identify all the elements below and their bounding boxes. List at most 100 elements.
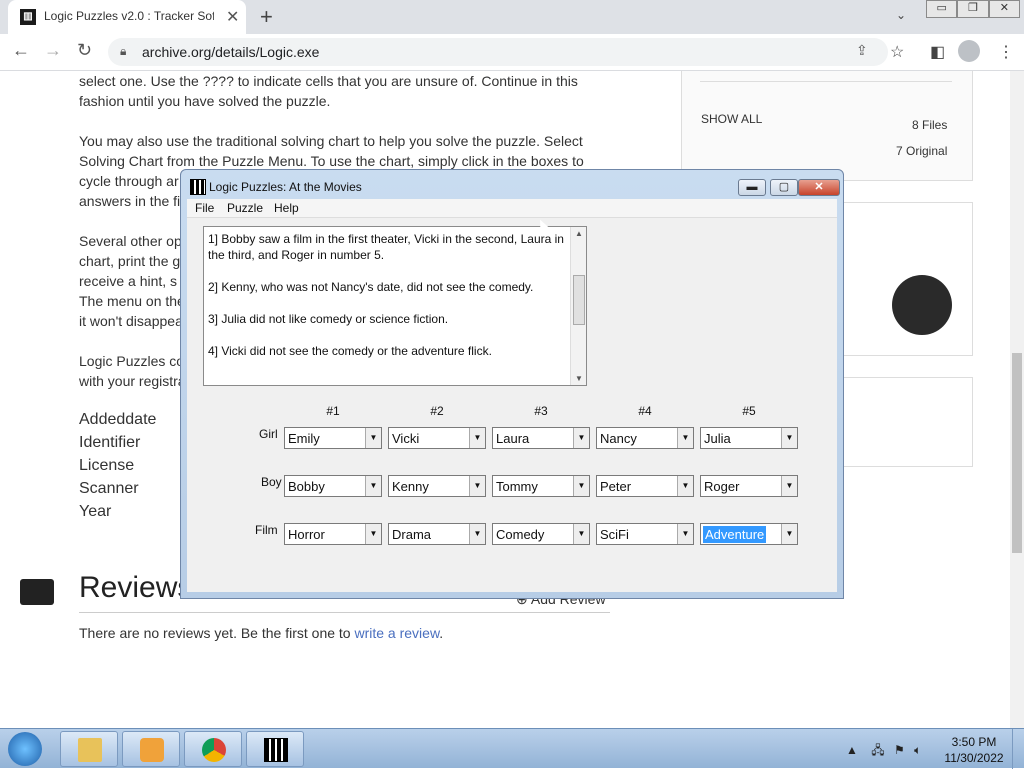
film-value: Comedy xyxy=(496,527,545,542)
clues-scrollbar[interactable]: ▲ ▼ xyxy=(570,227,586,385)
boy-value: Peter xyxy=(600,479,632,494)
row-label-girl: Girl xyxy=(259,427,278,441)
no-reviews-text: There are no reviews yet. Be the first o… xyxy=(79,625,443,641)
column-header-1: #1 xyxy=(326,404,340,418)
new-tab-icon[interactable]: + xyxy=(260,4,273,30)
girl-select-5[interactable]: Julia ▼ xyxy=(700,427,798,449)
side-panel-icon[interactable]: ◧ xyxy=(930,42,945,62)
maximize-window-icon[interactable]: ▢ xyxy=(770,179,798,196)
page-scrollbar[interactable] xyxy=(1010,71,1024,728)
clues-textbox[interactable]: 1] Bobby saw a film in the first theater… xyxy=(203,226,587,386)
film-value: SciFi xyxy=(600,527,629,542)
girl-value: Laura xyxy=(496,431,530,446)
taskbar-clock[interactable]: 3:50 PM 11/30/2022 xyxy=(944,734,1004,766)
close-window-icon[interactable]: ✕ xyxy=(988,0,1020,18)
start-button[interactable] xyxy=(8,732,42,766)
uploader-avatar[interactable] xyxy=(892,275,952,335)
forward-icon[interactable]: → xyxy=(44,40,62,61)
share-icon[interactable]: ⇪ xyxy=(856,42,868,59)
archive-favicon-icon: ▥ xyxy=(20,9,36,25)
taskbar-media-player[interactable] xyxy=(122,731,180,767)
scroll-down-icon[interactable]: ▼ xyxy=(575,374,583,383)
dropdown-arrow-icon[interactable]: ▼ xyxy=(677,476,693,496)
original-count[interactable]: 7 Original xyxy=(896,144,947,158)
url-text: archive.org/details/Logic.exe xyxy=(142,44,320,60)
boy-select-5[interactable]: Roger ▼ xyxy=(700,475,798,497)
tab-strip: ▥ Logic Puzzles v2.0 : Tracker Softw ✕ +… xyxy=(0,0,1024,34)
boy-value: Tommy xyxy=(496,479,538,494)
girl-select-3[interactable]: Laura ▼ xyxy=(492,427,590,449)
boy-select-1[interactable]: Bobby ▼ xyxy=(284,475,382,497)
meta-label: Addeddate xyxy=(79,411,157,428)
dropdown-arrow-icon[interactable]: ▼ xyxy=(781,524,797,544)
show-hidden-icons-icon[interactable]: ▲ xyxy=(846,743,858,757)
girl-select-4[interactable]: Nancy ▼ xyxy=(596,427,694,449)
dropdown-arrow-icon[interactable]: ▼ xyxy=(677,524,693,544)
girl-select-1[interactable]: Emily ▼ xyxy=(284,427,382,449)
write-review-link[interactable]: write a review xyxy=(354,625,439,641)
close-tab-icon[interactable]: ✕ xyxy=(226,7,239,27)
tab-search-icon[interactable]: ⌄ xyxy=(896,8,906,22)
address-bar[interactable]: 🔒︎ archive.org/details/Logic.exe ⇪ xyxy=(108,38,888,66)
dropdown-arrow-icon[interactable]: ▼ xyxy=(365,476,381,496)
show-desktop-button[interactable] xyxy=(1012,729,1024,769)
minimize-window-icon[interactable]: ▬ xyxy=(738,179,766,196)
dropdown-arrow-icon[interactable]: ▼ xyxy=(573,524,589,544)
film-select-5[interactable]: Adventure ▼ xyxy=(700,523,798,545)
reviews-heading: Reviews xyxy=(79,571,193,604)
show-all-link[interactable]: SHOW ALL xyxy=(701,112,762,126)
menu-kebab-icon[interactable]: ⋮ xyxy=(998,42,1014,62)
reload-icon[interactable]: ↻ xyxy=(77,40,92,61)
boy-value: Bobby xyxy=(288,479,325,494)
dropdown-arrow-icon[interactable]: ▼ xyxy=(573,428,589,448)
film-select-1[interactable]: Horror ▼ xyxy=(284,523,382,545)
column-header-2: #2 xyxy=(430,404,444,418)
film-select-4[interactable]: SciFi ▼ xyxy=(596,523,694,545)
network-icon[interactable]: 🖧 xyxy=(871,743,884,757)
boy-select-4[interactable]: Peter ▼ xyxy=(596,475,694,497)
dropdown-arrow-icon[interactable]: ▼ xyxy=(469,476,485,496)
close-window-icon[interactable]: ✕ xyxy=(798,179,840,196)
chrome-icon xyxy=(202,738,226,762)
dropdown-arrow-icon[interactable]: ▼ xyxy=(365,524,381,544)
scrollbar-thumb[interactable] xyxy=(1012,353,1022,553)
film-select-2[interactable]: Drama ▼ xyxy=(388,523,486,545)
menu-puzzle[interactable]: Puzzle xyxy=(227,201,263,215)
back-icon[interactable]: ← xyxy=(12,40,30,61)
taskbar-explorer[interactable] xyxy=(60,731,118,767)
dropdown-arrow-icon[interactable]: ▼ xyxy=(677,428,693,448)
clock-time: 3:50 PM xyxy=(951,735,997,749)
restore-icon[interactable]: ❐ xyxy=(957,0,989,18)
scroll-up-icon[interactable]: ▲ xyxy=(575,229,583,238)
dropdown-arrow-icon[interactable]: ▼ xyxy=(365,428,381,448)
film-value: Horror xyxy=(288,527,325,542)
taskbar-logic-puzzles[interactable] xyxy=(246,731,304,767)
bookmark-star-icon[interactable]: ☆ xyxy=(890,42,904,62)
menu-file[interactable]: File xyxy=(195,201,214,215)
puzzle-app-icon xyxy=(264,738,288,762)
files-count[interactable]: 8 Files xyxy=(912,118,947,132)
column-header-5: #5 xyxy=(742,404,756,418)
taskbar-chrome[interactable] xyxy=(184,731,242,767)
dropdown-arrow-icon[interactable]: ▼ xyxy=(573,476,589,496)
dropdown-arrow-icon[interactable]: ▼ xyxy=(469,524,485,544)
girl-value: Emily xyxy=(288,431,320,446)
clues-scrollbar-thumb[interactable] xyxy=(573,275,585,325)
boy-select-3[interactable]: Tommy ▼ xyxy=(492,475,590,497)
film-select-3[interactable]: Comedy ▼ xyxy=(492,523,590,545)
dropdown-arrow-icon[interactable]: ▼ xyxy=(781,428,797,448)
dropdown-arrow-icon[interactable]: ▼ xyxy=(781,476,797,496)
volume-icon[interactable]: 🔈︎ xyxy=(914,743,921,757)
lock-icon[interactable]: 🔒︎ xyxy=(120,44,126,59)
comment-icon xyxy=(20,579,54,605)
flag-icon[interactable]: ⚑ xyxy=(894,743,905,757)
girl-select-2[interactable]: Vicki ▼ xyxy=(388,427,486,449)
dropdown-arrow-icon[interactable]: ▼ xyxy=(469,428,485,448)
minimize-icon[interactable]: ▭ xyxy=(926,0,958,18)
boy-select-2[interactable]: Kenny ▼ xyxy=(388,475,486,497)
browser-tab[interactable]: ▥ Logic Puzzles v2.0 : Tracker Softw ✕ xyxy=(8,0,246,34)
clue-2: 2] Kenny, who was not Nancy's date, did … xyxy=(208,280,534,294)
clock-date: 11/30/2022 xyxy=(944,751,1004,765)
profile-avatar[interactable] xyxy=(958,40,980,62)
menu-help[interactable]: Help xyxy=(274,201,299,215)
